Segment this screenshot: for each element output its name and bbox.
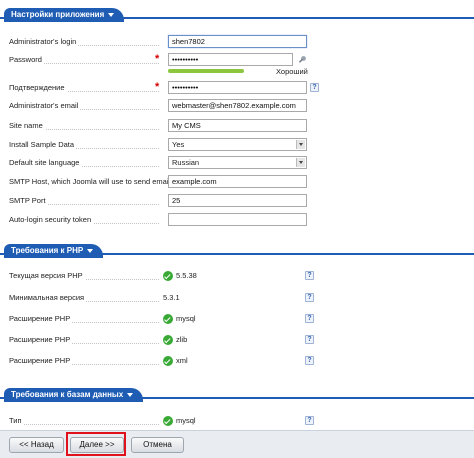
help-icon[interactable]: ?: [305, 293, 314, 302]
help-icon[interactable]: ?: [305, 356, 314, 365]
php-current-value: 5.5.38: [176, 271, 197, 280]
sample-data-select[interactable]: Yes: [168, 138, 307, 151]
site-name-input[interactable]: My CMS: [168, 119, 307, 132]
db-type-label: Тип: [9, 416, 24, 425]
check-ok-icon: [163, 416, 173, 426]
smtp-port-input[interactable]: 25: [168, 194, 307, 207]
section-php-requirements[interactable]: Требования к PHP: [0, 244, 474, 258]
section-tab[interactable]: Настройки приложения: [4, 8, 125, 22]
row-smtp-host: SMTP Host, which Joomla will use to send…: [0, 174, 474, 190]
confirm-label: Подтверждение: [9, 83, 67, 92]
php-ext-label: Расширение PHP: [9, 356, 73, 365]
check-ok-icon: [163, 271, 173, 281]
sample-data-label: Install Sample Data: [9, 140, 77, 149]
php-ext-value: zlib: [176, 335, 188, 344]
smtp-port-label: SMTP Port: [9, 196, 48, 205]
check-ok-icon: [163, 314, 173, 324]
smtp-host-label: SMTP Host, which Joomla will use to send…: [9, 177, 173, 186]
password-generate-icon[interactable]: [297, 55, 307, 65]
language-value: Russian: [172, 158, 200, 167]
row-language: Default site language Russian: [0, 155, 474, 171]
admin-email-label: Administrator's email: [9, 101, 81, 110]
required-asterisk: *: [155, 53, 160, 65]
php-current-label: Текущая версия PHP: [9, 271, 85, 280]
row-db-type: Тип mysql ?: [0, 413, 474, 429]
password-label: Password: [9, 55, 44, 64]
row-php-min: Минимальная версия 5.3.1 ?: [0, 290, 474, 306]
check-ok-icon: [163, 356, 173, 366]
section-title: Требования к PHP: [11, 246, 84, 255]
language-select[interactable]: Russian: [168, 156, 307, 169]
check-ok-icon: [163, 335, 173, 345]
row-php-ext-zlib: Расширение PHP zlib ?: [0, 332, 474, 348]
row-sample-data: Install Sample Data Yes: [0, 137, 474, 153]
section-app-settings[interactable]: Настройки приложения: [0, 8, 474, 22]
help-icon[interactable]: ?: [305, 271, 314, 280]
chevron-down-icon[interactable]: [296, 158, 305, 167]
next-button-highlight: [66, 432, 126, 456]
password-input[interactable]: ••••••••••: [168, 53, 293, 66]
row-autologin: Auto-login security token: [0, 212, 474, 228]
row-admin-login: Administrator's login shen7802: [0, 34, 474, 50]
row-site-name: Site name My CMS: [0, 118, 474, 134]
row-password: Password * ••••••••••: [0, 52, 474, 68]
php-ext-value: mysql: [176, 314, 196, 323]
smtp-host-input[interactable]: example.com: [168, 175, 307, 188]
admin-login-input[interactable]: shen7802: [168, 35, 307, 48]
autologin-token-input[interactable]: [168, 213, 307, 226]
site-name-label: Site name: [9, 121, 45, 130]
section-db-requirements[interactable]: Требования к базам данных: [0, 388, 474, 402]
required-asterisk: *: [155, 81, 160, 93]
chevron-down-icon: [127, 392, 134, 397]
php-min-label: Минимальная версия: [9, 293, 87, 302]
admin-email-input[interactable]: webmaster@shen7802.example.com: [168, 99, 307, 112]
row-admin-email: Administrator's email webmaster@shen7802…: [0, 98, 474, 114]
row-smtp-port: SMTP Port 25: [0, 193, 474, 209]
row-php-ext-xml: Расширение PHP xml ?: [0, 353, 474, 369]
help-icon[interactable]: ?: [305, 314, 314, 323]
chevron-down-icon: [108, 12, 115, 17]
cancel-button[interactable]: Отмена: [131, 437, 184, 453]
dotted-leader: [9, 424, 159, 425]
help-icon[interactable]: ?: [305, 416, 314, 425]
language-label: Default site language: [9, 158, 82, 167]
php-ext-label: Расширение PHP: [9, 335, 73, 344]
php-ext-value: xml: [176, 356, 188, 365]
help-icon[interactable]: ?: [310, 83, 319, 92]
chevron-down-icon[interactable]: [296, 140, 305, 149]
row-php-current: Текущая версия PHP 5.5.38 ?: [0, 268, 474, 284]
sample-data-value: Yes: [172, 140, 185, 149]
admin-login-label: Administrator's login: [9, 37, 79, 46]
db-type-value: mysql: [176, 416, 196, 425]
autologin-label: Auto-login security token: [9, 215, 94, 224]
php-ext-label: Расширение PHP: [9, 314, 73, 323]
back-button[interactable]: << Назад: [9, 437, 64, 453]
section-tab[interactable]: Требования к базам данных: [4, 388, 144, 402]
section-title: Требования к базам данных: [11, 390, 124, 399]
confirm-password-input[interactable]: ••••••••••: [168, 81, 307, 94]
section-title: Настройки приложения: [11, 10, 105, 19]
row-confirm: Подтверждение * •••••••••• ?: [0, 80, 474, 96]
chevron-down-icon: [87, 248, 94, 253]
help-icon[interactable]: ?: [305, 335, 314, 344]
row-php-ext-mysql: Расширение PHP mysql ?: [0, 311, 474, 327]
php-min-value: 5.3.1: [163, 293, 180, 302]
password-strength-text: Хороший: [276, 67, 308, 76]
section-tab[interactable]: Требования к PHP: [4, 244, 104, 258]
password-strength-bar: [168, 69, 244, 73]
